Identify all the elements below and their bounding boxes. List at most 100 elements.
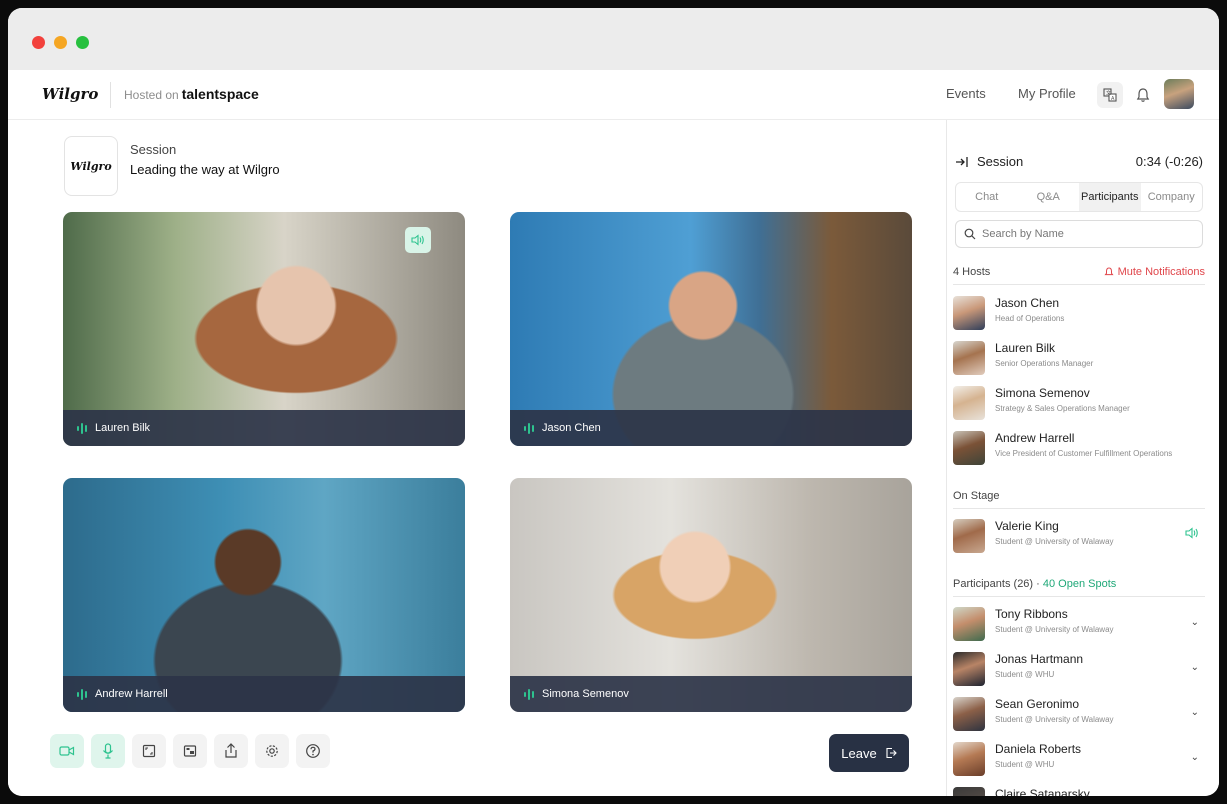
notifications-button[interactable] (1130, 82, 1156, 108)
tab-participants[interactable]: Participants (1079, 183, 1141, 211)
hosted-on-text: Hosted on talentspace (124, 86, 259, 102)
tab-qa[interactable]: Q&A (1018, 183, 1080, 211)
on-stage-role: Student @ University of Walaway (995, 537, 1114, 546)
participant-name: Sean Geronimo (995, 697, 1080, 711)
microphone-icon (103, 743, 113, 759)
on-stage-name: Valerie King (995, 519, 1059, 533)
on-stage-label: On Stage (953, 490, 1000, 502)
help-button[interactable] (296, 734, 330, 768)
avatar (953, 607, 985, 641)
microphone-toggle-button[interactable] (91, 734, 125, 768)
participant-item[interactable]: Tony Ribbons Student @ University of Wal… (953, 603, 1207, 643)
wilgro-logo[interactable]: Wilgro (42, 85, 98, 103)
bell-icon (1104, 267, 1114, 276)
participant-name: Jonas Hartmann (995, 652, 1084, 666)
on-stage-section-header: On Stage (953, 490, 1205, 509)
translate-icon: 文A (1103, 88, 1117, 102)
maximize-window-button[interactable] (76, 36, 89, 49)
video-tile-jason-chen[interactable]: Jason Chen (510, 212, 912, 446)
mute-label: Mute Notifications (1117, 266, 1205, 278)
fullscreen-button[interactable] (132, 734, 166, 768)
avatar (953, 296, 985, 330)
host-role: Strategy & Sales Operations Manager (995, 404, 1130, 413)
sidebar-title: Session (977, 154, 1024, 169)
avatar (953, 787, 985, 796)
speaker-icon (1185, 527, 1198, 539)
video-caption: Andrew Harrell (63, 676, 465, 712)
bell-icon (1136, 88, 1150, 102)
video-name-label: Jason Chen (542, 422, 601, 434)
avatar (953, 742, 985, 776)
hosts-count: 4 Hosts (953, 266, 991, 278)
help-icon (306, 744, 320, 758)
participant-item[interactable]: Claire Satanarsky (953, 783, 1207, 796)
chevron-down-icon[interactable]: ⌄ (1191, 662, 1199, 673)
participant-role: Student @ WHU (995, 670, 1055, 679)
chevron-down-icon[interactable]: ⌄ (1191, 752, 1199, 763)
title-bar (8, 8, 1219, 70)
main-stage: Wilgro Session Leading the way at Wilgro… (8, 120, 946, 796)
video-tile-simona-semenov[interactable]: Simona Semenov (510, 478, 912, 712)
participant-role: Student @ University of Walaway (995, 625, 1114, 634)
participant-item[interactable]: Jonas Hartmann Student @ WHU ⌄ (953, 648, 1207, 688)
host-item[interactable]: Lauren Bilk Senior Operations Manager (953, 337, 1207, 377)
on-stage-item[interactable]: Valerie King Student @ University of Wal… (953, 515, 1207, 555)
translate-button[interactable]: 文A (1097, 82, 1123, 108)
host-role: Vice President of Customer Fulfillment O… (995, 449, 1173, 458)
settings-button[interactable] (255, 734, 289, 768)
avatar (953, 697, 985, 731)
search-input[interactable] (982, 228, 1182, 240)
speaking-indicator (405, 227, 431, 253)
video-tile-andrew-harrell[interactable]: Andrew Harrell (63, 478, 465, 712)
host-name: Andrew Harrell (995, 431, 1075, 445)
audio-level-icon (77, 422, 87, 434)
call-controls (50, 734, 330, 768)
leave-button[interactable]: Leave (829, 734, 909, 772)
user-avatar[interactable] (1164, 79, 1194, 109)
participant-item[interactable]: Sean Geronimo Student @ University of Wa… (953, 693, 1207, 733)
avatar (953, 386, 985, 420)
host-item[interactable]: Jason Chen Head of Operations (953, 292, 1207, 332)
chevron-down-icon[interactable]: ⌄ (1191, 617, 1199, 628)
nav-events-link[interactable]: Events (946, 86, 986, 101)
app-header: Wilgro Hosted on talentspace Events My Pr… (8, 70, 1219, 120)
host-name: Lauren Bilk (995, 341, 1056, 355)
leave-label: Leave (841, 745, 877, 761)
share-screen-button[interactable] (214, 734, 248, 768)
video-caption: Lauren Bilk (63, 410, 465, 446)
host-item[interactable]: Simona Semenov Strategy & Sales Operatio… (953, 382, 1207, 422)
host-name: Jason Chen (995, 296, 1060, 310)
participants-section-header: Participants (26) · 40 Open Spots (953, 578, 1205, 597)
minimize-window-button[interactable] (54, 36, 67, 49)
audio-level-icon (77, 688, 87, 700)
video-icon (59, 746, 75, 756)
hosted-prefix: Hosted on (124, 88, 179, 102)
participant-name: Tony Ribbons (995, 607, 1068, 621)
mute-notifications-button[interactable]: Mute Notifications (1104, 266, 1205, 278)
svg-text:A: A (1111, 96, 1115, 102)
host-item[interactable]: Andrew Harrell Vice President of Custome… (953, 427, 1207, 467)
avatar (953, 431, 985, 465)
audio-level-icon (524, 422, 534, 434)
collapse-panel-icon[interactable] (955, 156, 969, 168)
participant-role: Student @ University of Walaway (995, 715, 1114, 724)
host-role: Senior Operations Manager (995, 359, 1094, 368)
host-name: Simona Semenov (995, 386, 1090, 400)
video-tile-lauren-bilk[interactable]: Lauren Bilk (63, 212, 465, 446)
tab-chat[interactable]: Chat (956, 183, 1018, 211)
fullscreen-icon (142, 744, 156, 758)
picture-in-picture-button[interactable] (173, 734, 207, 768)
avatar (953, 341, 985, 375)
camera-toggle-button[interactable] (50, 734, 84, 768)
participants-separator: · (1033, 578, 1043, 590)
close-window-button[interactable] (32, 36, 45, 49)
participant-item[interactable]: Daniela Roberts Student @ WHU ⌄ (953, 738, 1207, 778)
nav-my-profile-link[interactable]: My Profile (1018, 86, 1076, 101)
participants-count: Participants (26) (953, 578, 1034, 590)
chevron-down-icon[interactable]: ⌄ (1191, 707, 1199, 718)
open-spots: 40 Open Spots (1042, 578, 1117, 590)
talentspace-brand: talentspace (181, 86, 259, 102)
tab-company[interactable]: Company (1141, 183, 1203, 211)
share-icon (225, 743, 237, 758)
participant-search (955, 220, 1203, 248)
